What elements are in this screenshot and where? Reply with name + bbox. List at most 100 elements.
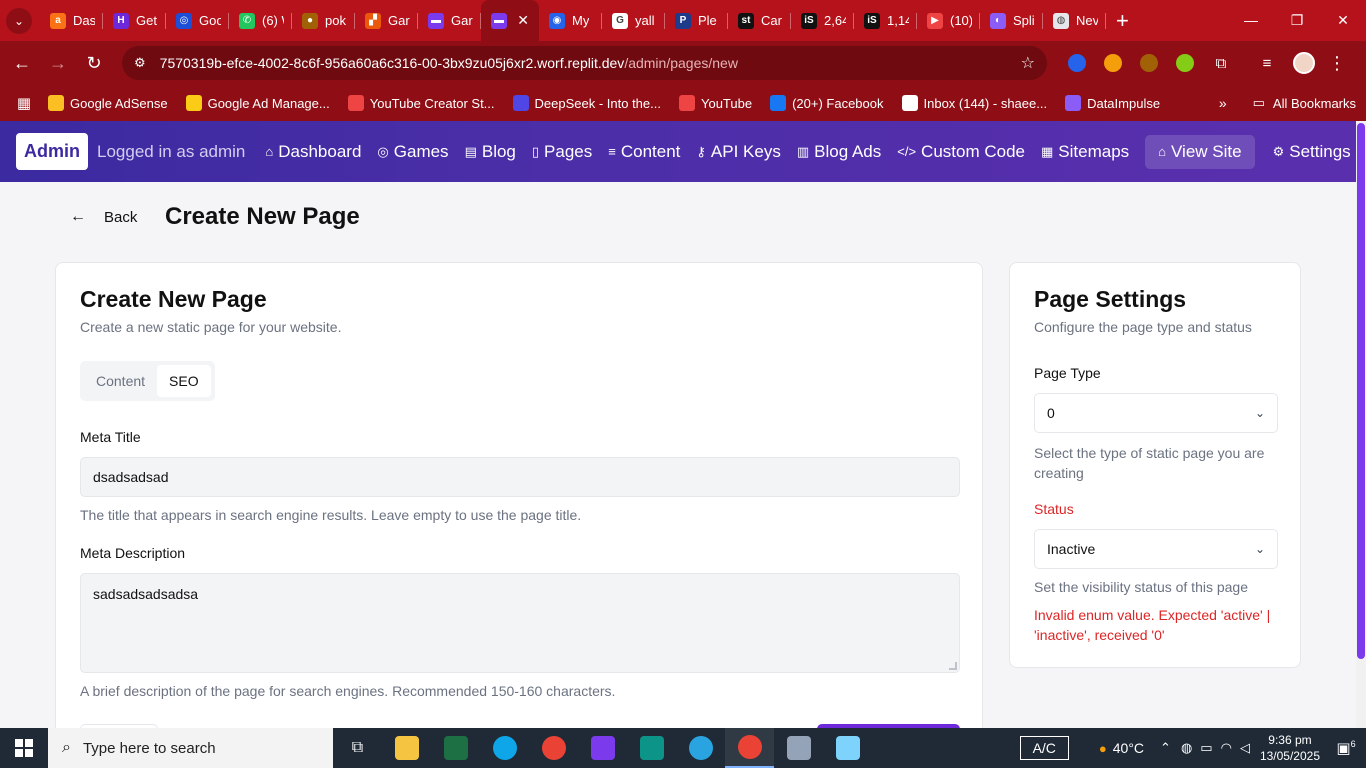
extension-icon[interactable] [1059,54,1095,72]
site-info-icon[interactable]: ⚙ [134,55,146,71]
view-site-button[interactable]: ⌂ View Site [1145,134,1255,169]
bookmarks-list: Google AdSense Google Ad Manage... YouTube… [48,95,1178,111]
browser-tab[interactable]: ▶ (10) [917,0,980,41]
meta-description-textarea[interactable]: sadsadsadsadsa [80,573,960,673]
scrollbar-thumb[interactable] [1357,123,1365,659]
bookmark-item[interactable]: DataImpulse [1065,95,1160,111]
profile-avatar[interactable] [1293,52,1315,74]
browser-tab[interactable]: ✆ (6) W [229,0,292,41]
tab-seo[interactable]: SEO [157,365,211,397]
forward-arrow-icon[interactable]: → [40,53,76,74]
browser-tab[interactable]: ◐ Spli [980,0,1043,41]
browser-tab[interactable]: iS 2,64 [791,0,854,41]
task-view-icon[interactable]: ⧉ [333,739,382,757]
tab-title: 2,64 [824,13,846,28]
skype-icon[interactable] [480,736,529,760]
tab-search-chevron-icon[interactable]: ⌄ [6,7,32,34]
proton-vpn-icon[interactable] [578,736,627,760]
page-type-select[interactable]: 0 ⌄ [1034,393,1278,433]
nav-sitemaps[interactable]: ▦ Sitemaps [1041,142,1129,162]
bookmark-item[interactable]: YouTube Creator St... [347,95,495,111]
browser-tab[interactable]: iS 1,14 [854,0,917,41]
nav-games[interactable]: ◎ Games [377,142,448,162]
chrome-icon[interactable] [529,736,578,760]
nav-custom-code[interactable]: </> Custom Code [897,142,1025,162]
minimize-icon[interactable]: — [1228,12,1274,29]
chrome-menu-icon[interactable]: ⋮ [1323,53,1351,74]
bookmark-item[interactable]: Google AdSense [48,95,168,111]
chevron-up-icon[interactable]: ⌃ [1160,740,1171,756]
chrome-active-icon[interactable] [725,728,774,768]
media-control-icon[interactable]: ≡ [1249,55,1285,72]
bookmark-item[interactable]: Inbox (144) - shaee... [901,95,1047,111]
nav-blog-ads[interactable]: ▥ Blog Ads [797,142,881,162]
status-select[interactable]: Inactive ⌄ [1034,529,1278,569]
all-bookmarks-link[interactable]: All Bookmarks [1273,96,1356,111]
url-host: 7570319b-efce-4002-8c6f-956a60a6c316-00-… [159,55,625,71]
browser-tab[interactable]: ◍ Nev [1043,0,1106,41]
wifi-icon[interactable]: ◠ [1221,740,1232,756]
bookmark-label: DeepSeek - Into the... [534,95,661,111]
bookmark-favicon-icon [770,95,787,111]
resize-handle-icon[interactable] [949,662,957,670]
app-icon[interactable] [823,736,872,760]
nav-settings[interactable]: ⚙ Settings [1273,142,1351,162]
browser-tab[interactable]: Gyall [602,0,665,41]
nav-api-keys[interactable]: ⚷ API Keys [696,142,780,162]
bookmark-item[interactable]: Google Ad Manage... [185,95,330,111]
meta-title-input[interactable]: dsadsadsad [80,457,960,497]
extensions-puzzle-icon[interactable]: ⧉ [1203,55,1239,72]
restore-icon[interactable]: ❐ [1274,12,1320,29]
tab-favicon-icon: ▶ [927,12,943,29]
tab-content[interactable]: Content [84,365,157,397]
address-bar[interactable]: ⚙ 7570319b-efce-4002-8c6f-956a60a6c316-0… [122,46,1047,80]
browser-tab[interactable]: ◉ My [539,0,602,41]
back-button[interactable]: ← Back [70,208,137,226]
cookie-extension-icon[interactable] [1131,54,1167,72]
page-scrollbar[interactable] [1356,121,1366,728]
nav-pages[interactable]: ▯ Pages [532,142,592,162]
browser-tab[interactable]: st Car [728,0,791,41]
nav-dashboard[interactable]: ⌂ Dashboard [265,142,361,162]
apps-grid-icon[interactable]: ▦ [0,94,48,112]
browser-tab[interactable]: ● pok [292,0,355,41]
back-arrow-icon[interactable]: ← [4,53,40,74]
excel-icon[interactable] [431,736,480,760]
bookmark-item[interactable]: (20+) Facebook [770,95,884,111]
bookmark-item[interactable]: YouTube [678,95,752,111]
browser-tab-active[interactable]: ▬ ✕ [481,0,539,41]
browser-tab[interactable]: ▞ Gar [355,0,418,41]
bookmark-star-icon[interactable]: ☆ [1021,53,1035,73]
arduino-icon[interactable] [627,736,676,760]
temperature[interactable]: 40°C [1113,740,1144,756]
more-bookmarks-chevron-icon[interactable]: » [1219,95,1227,111]
nav-blog[interactable]: ▤ Blog [465,142,516,162]
battery-icon[interactable]: ▭ [1200,740,1212,756]
clock[interactable]: 9:36 pm 13/05/2025 [1260,732,1320,764]
nav-content[interactable]: ≡ Content [608,142,680,162]
network-icon[interactable]: ◍ [1181,740,1192,756]
browser-tab[interactable]: ▬ Gar [418,0,481,41]
notification-center-icon[interactable]: ▣6 [1334,739,1358,757]
windows-start-icon[interactable] [0,739,48,757]
extension-icon[interactable] [1167,54,1203,72]
bookmark-item[interactable]: DeepSeek - Into the... [512,95,661,111]
admin-logo[interactable]: Admin [16,133,88,170]
ac-button[interactable]: A/C [1019,736,1069,760]
browser-tab[interactable]: ◎ Goo [166,0,229,41]
admin-navbar: Admin Logged in as admin ⌂ Dashboard ◎ Game… [0,121,1356,182]
tabs: aDasHGet◎Goo✆(6) W●pok▞Gar▬Gar▬✕◉MyGyall… [40,0,1106,41]
browser-tab[interactable]: a Das [40,0,103,41]
new-tab-plus-icon[interactable]: + [1116,8,1129,34]
telegram-icon[interactable] [676,736,725,760]
browser-tab[interactable]: P Ple [665,0,728,41]
extension-icon[interactable] [1095,54,1131,72]
taskbar-search-box[interactable]: ⌕ Type here to search [48,728,333,768]
close-tab-icon[interactable]: ✕ [517,12,529,29]
reload-icon[interactable]: ↻ [76,53,112,74]
app-icon[interactable] [774,736,823,760]
close-window-icon[interactable]: ✕ [1320,12,1366,29]
browser-tab[interactable]: H Get [103,0,166,41]
volume-icon[interactable]: ◁ [1240,740,1250,756]
file-explorer-icon[interactable] [382,736,431,760]
